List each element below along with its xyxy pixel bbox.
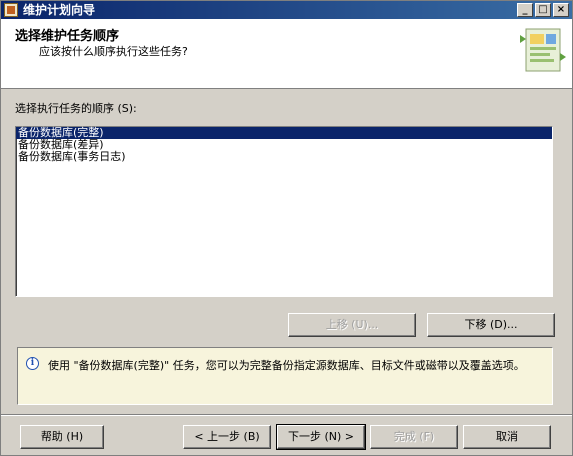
back-button[interactable]: < 上一步 (B) [183,425,271,449]
help-button[interactable]: 帮助 (H) [20,425,104,449]
move-down-button[interactable]: 下移 (D)... [427,313,555,337]
window-controls: _ □ × [517,3,569,17]
close-button[interactable]: × [553,3,569,17]
move-up-button[interactable]: 上移 (U)... [288,313,416,337]
footer-divider [1,414,572,416]
list-item[interactable]: 备份数据库(事务日志) [16,151,552,163]
task-description-panel: i 使用 "备份数据库(完整)" 任务，您可以为完整备份指定源数据库、目标文件或… [17,347,553,405]
window-title: 维护计划向导 [23,3,96,17]
wizard-header: 选择维护任务顺序 应该按什么顺序执行这些任务? [1,19,572,89]
task-order-listbox[interactable]: 备份数据库(完整) 备份数据库(差异) 备份数据库(事务日志) [15,126,553,297]
finish-button[interactable]: 完成 (F) [370,425,458,449]
task-description-text: 使用 "备份数据库(完整)" 任务，您可以为完整备份指定源数据库、目标文件或磁带… [48,359,525,372]
next-button[interactable]: 下一步 (N) > [276,424,366,450]
page-title: 选择维护任务顺序 [15,29,120,44]
title-bar[interactable]: 维护计划向导 _ □ × [1,1,572,19]
app-icon [4,3,18,17]
page-subtitle: 应该按什么顺序执行这些任务? [39,45,188,58]
maximize-button[interactable]: □ [535,3,551,17]
task-order-label: 选择执行任务的顺序 (S): [15,102,137,115]
info-icon: i [26,357,39,370]
minimize-button[interactable]: _ [517,3,533,17]
cancel-button[interactable]: 取消 [463,425,551,449]
wizard-banner-icon [520,28,566,72]
maintenance-plan-wizard-window: 维护计划向导 _ □ × 选择维护任务顺序 应该按什么顺序执行这些任务? 选择执… [0,0,573,456]
